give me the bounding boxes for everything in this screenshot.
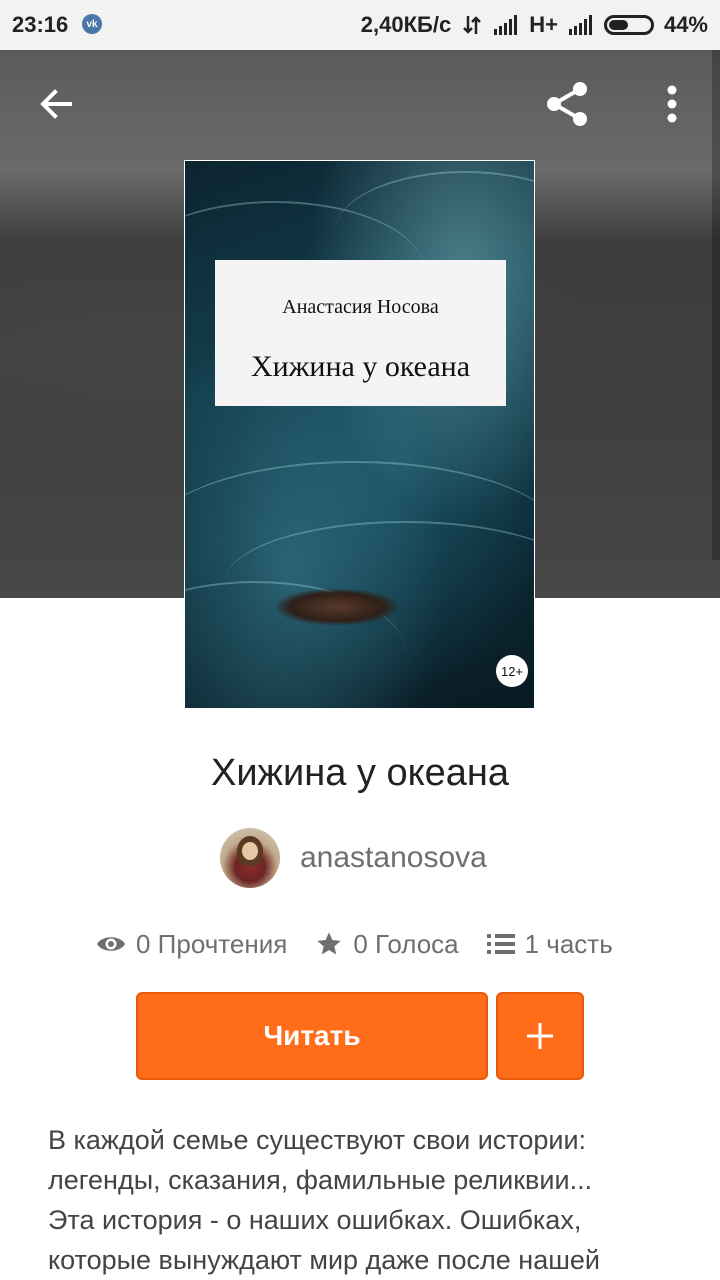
reads-stat: 0 Прочтения bbox=[96, 929, 287, 960]
list-icon bbox=[486, 934, 515, 954]
status-bar: 23:16 vk 2,40КБ/с H+ 44% bbox=[0, 0, 720, 50]
read-button-label: Читать bbox=[263, 1020, 361, 1051]
description-line: легенды, сказания, фамильные реликвии... bbox=[48, 1165, 593, 1195]
plus-icon bbox=[527, 1023, 553, 1049]
share-button[interactable] bbox=[541, 78, 593, 130]
network-type: H+ bbox=[529, 12, 558, 37]
cover-boat bbox=[277, 589, 397, 625]
more-vert-icon bbox=[667, 85, 677, 123]
status-time: 23:16 bbox=[12, 12, 69, 37]
avatar[interactable] bbox=[220, 828, 280, 888]
star-icon bbox=[317, 932, 341, 955]
book-cover[interactable]: Анастасия Носова Хижина у океана 12+ bbox=[184, 160, 535, 709]
description-line: которые вынуждают мир даже после нашей bbox=[48, 1245, 600, 1275]
author-link[interactable]: anastanosova bbox=[220, 828, 487, 888]
description-line: В каждой семье существуют свои истории: bbox=[48, 1125, 587, 1155]
votes-count: 0 Голоса bbox=[353, 928, 459, 959]
signal-icon bbox=[494, 15, 518, 35]
share-icon bbox=[547, 82, 587, 126]
story-title: Хижина у океана bbox=[210, 752, 510, 794]
story-description: В каждой семье существуют свои истории: … bbox=[48, 1120, 672, 1280]
signal-icon bbox=[568, 15, 592, 35]
votes-stat: 0 Голоса bbox=[315, 928, 459, 960]
scrollbar[interactable] bbox=[712, 50, 720, 560]
cover-title-plate: Анастасия Носова Хижина у океана bbox=[215, 260, 506, 406]
more-options-button[interactable] bbox=[646, 78, 698, 130]
cover-title: Хижина у океана bbox=[250, 350, 471, 383]
data-transfer-icon bbox=[463, 16, 482, 34]
reads-count: 0 Прочтения bbox=[136, 928, 288, 959]
add-to-library-button[interactable] bbox=[496, 992, 584, 1080]
parts-count: 1 часть bbox=[524, 928, 613, 959]
status-right: 2,40КБ/с H+ 44% bbox=[361, 12, 708, 38]
network-speed: 2,40КБ/с bbox=[360, 12, 452, 37]
read-button[interactable]: Читать bbox=[136, 992, 488, 1080]
battery-percent: 44% bbox=[663, 12, 708, 37]
vk-icon: vk bbox=[82, 14, 102, 34]
age-rating-badge: 12+ bbox=[496, 655, 528, 687]
back-arrow-icon bbox=[40, 89, 72, 119]
battery-icon bbox=[603, 15, 654, 35]
cover-author: Анастасия Носова bbox=[282, 296, 439, 318]
story-stats: 0 Прочтения 0 Голоса 1 часть bbox=[96, 922, 641, 966]
back-button[interactable] bbox=[30, 78, 82, 130]
avatar-face bbox=[242, 842, 258, 860]
author-name[interactable]: anastanosova bbox=[300, 841, 487, 875]
parts-stat[interactable]: 1 часть bbox=[486, 928, 613, 960]
description-line: Эта история - о наших ошибках. Ошибках, bbox=[48, 1205, 582, 1235]
eye-icon bbox=[97, 937, 125, 951]
